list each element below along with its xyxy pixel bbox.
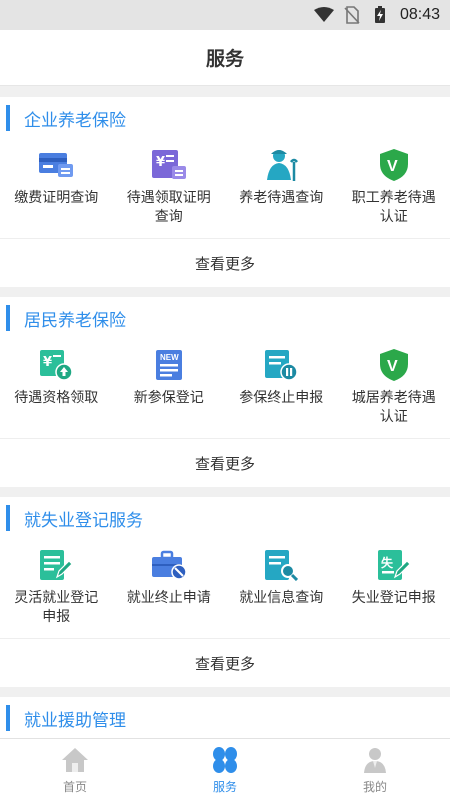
section-title: 就业援助管理 (24, 710, 126, 731)
user-icon (360, 745, 390, 775)
section-header: 居民养老保险 (0, 297, 450, 339)
service-payment-proof-query[interactable]: 缴费证明查询 (0, 139, 113, 238)
svg-text:V: V (387, 358, 398, 375)
document-search-icon (261, 545, 301, 585)
section-employment-assistance: 就业援助管理 (0, 697, 450, 738)
tab-services[interactable]: 服务 (150, 739, 300, 800)
service-label: 待遇领取证明查询 (126, 190, 211, 225)
service-new-enrollment[interactable]: NEW 新参保登记 (113, 339, 226, 438)
section-accent-bar (6, 105, 10, 131)
tab-label: 服务 (212, 780, 237, 794)
service-label: 职工养老待遇认证 (351, 190, 436, 225)
service-label: 失业登记申报 (351, 590, 436, 606)
clock-time: 08:43 (399, 6, 440, 23)
svg-text:NEW: NEW (160, 353, 179, 362)
service-grid: 灵活就业登记申报 就业终止申请 就业信息查询 失 失业登记申报 (0, 539, 450, 639)
section-accent-bar (6, 305, 10, 331)
yuan-upload-icon: ¥ (36, 345, 76, 385)
unemployment-document-icon: 失 (374, 545, 414, 585)
svg-text:V: V (387, 158, 398, 175)
section-enterprise-pension: 企业养老保险 缴费证明查询 ¥ 待遇领取证明查询 养老待遇查询 V 职工养老待遇… (0, 97, 450, 287)
svg-text:¥: ¥ (156, 155, 165, 170)
service-grid: 缴费证明查询 ¥ 待遇领取证明查询 养老待遇查询 V 职工养老待遇认证 (0, 139, 450, 239)
service-label: 新参保登记 (133, 390, 204, 406)
home-icon (60, 745, 90, 775)
service-benefit-eligibility-claim[interactable]: ¥ 待遇资格领取 (0, 339, 113, 438)
page-title: 服务 (205, 48, 244, 70)
service-grid: ¥ 待遇资格领取 NEW 新参保登记 参保终止申报 V 城居养老待遇认证 (0, 339, 450, 439)
shield-v-icon: V (374, 145, 414, 185)
service-urban-resident-pension-auth[interactable]: V 城居养老待遇认证 (338, 339, 450, 438)
section-title: 居民养老保险 (24, 310, 126, 331)
service-label: 缴费证明查询 (14, 190, 99, 206)
service-unemployment-registration[interactable]: 失 失业登记申报 (338, 539, 450, 638)
service-employee-pension-auth[interactable]: V 职工养老待遇认证 (338, 139, 450, 238)
view-more-button[interactable]: 查看更多 (0, 239, 450, 287)
new-document-icon: NEW (149, 345, 189, 385)
service-list[interactable]: 企业养老保险 缴费证明查询 ¥ 待遇领取证明查询 养老待遇查询 V 职工养老待遇… (0, 87, 450, 738)
service-label: 待遇资格领取 (14, 390, 99, 406)
view-more-button[interactable]: 查看更多 (0, 439, 450, 487)
document-edit-icon (36, 545, 76, 585)
service-enrollment-termination[interactable]: 参保终止申报 (225, 339, 338, 438)
section-resident-pension: 居民养老保险 ¥ 待遇资格领取 NEW 新参保登记 参保终止申报 V 城居养老待… (0, 297, 450, 487)
service-label: 养老待遇查询 (239, 190, 324, 206)
page-header: 服务 (0, 30, 450, 86)
battery-charging-icon (370, 6, 390, 24)
section-header: 就失业登记服务 (0, 497, 450, 539)
section-accent-bar (6, 705, 10, 731)
service-benefit-certificate-query[interactable]: ¥ 待遇领取证明查询 (113, 139, 226, 238)
section-title: 就失业登记服务 (24, 510, 143, 531)
payment-card-icon (36, 145, 76, 185)
section-header: 企业养老保险 (0, 97, 450, 139)
status-bar: 08:43 (0, 0, 450, 30)
briefcase-stop-icon (149, 545, 189, 585)
service-label: 城居养老待遇认证 (351, 390, 436, 425)
tab-home[interactable]: 首页 (0, 739, 150, 800)
service-label: 参保终止申报 (239, 390, 324, 406)
service-label: 灵活就业登记申报 (14, 590, 99, 625)
tab-label: 首页 (62, 780, 87, 794)
wifi-icon (313, 6, 334, 24)
svg-text:¥: ¥ (43, 355, 52, 370)
service-label: 就业终止申请 (126, 590, 211, 606)
svg-text:失: 失 (381, 555, 394, 570)
tab-label: 我的 (362, 780, 387, 794)
tab-profile[interactable]: 我的 (300, 739, 450, 800)
view-more-button[interactable]: 查看更多 (0, 639, 450, 687)
service-employment-termination[interactable]: 就业终止申请 (113, 539, 226, 638)
service-flexible-employment-registration[interactable]: 灵活就业登记申报 (0, 539, 113, 638)
section-accent-bar (6, 505, 10, 531)
document-pause-icon (261, 345, 301, 385)
section-employment-registration: 就失业登记服务 灵活就业登记申报 就业终止申请 就业信息查询 失 失业登记申报 … (0, 497, 450, 687)
section-title: 企业养老保险 (24, 110, 126, 131)
section-header: 就业援助管理 (0, 697, 450, 738)
service-employment-info-query[interactable]: 就业信息查询 (225, 539, 338, 638)
no-sim-icon (342, 6, 362, 24)
bottom-tab-bar: 首页 服务 我的 (0, 738, 450, 800)
elderly-person-icon (261, 145, 301, 185)
services-grid-icon (210, 745, 240, 775)
service-pension-benefit-query[interactable]: 养老待遇查询 (225, 139, 338, 238)
shield-v-icon: V (374, 345, 414, 385)
service-label: 就业信息查询 (239, 590, 324, 606)
yuan-certificate-icon: ¥ (149, 145, 189, 185)
